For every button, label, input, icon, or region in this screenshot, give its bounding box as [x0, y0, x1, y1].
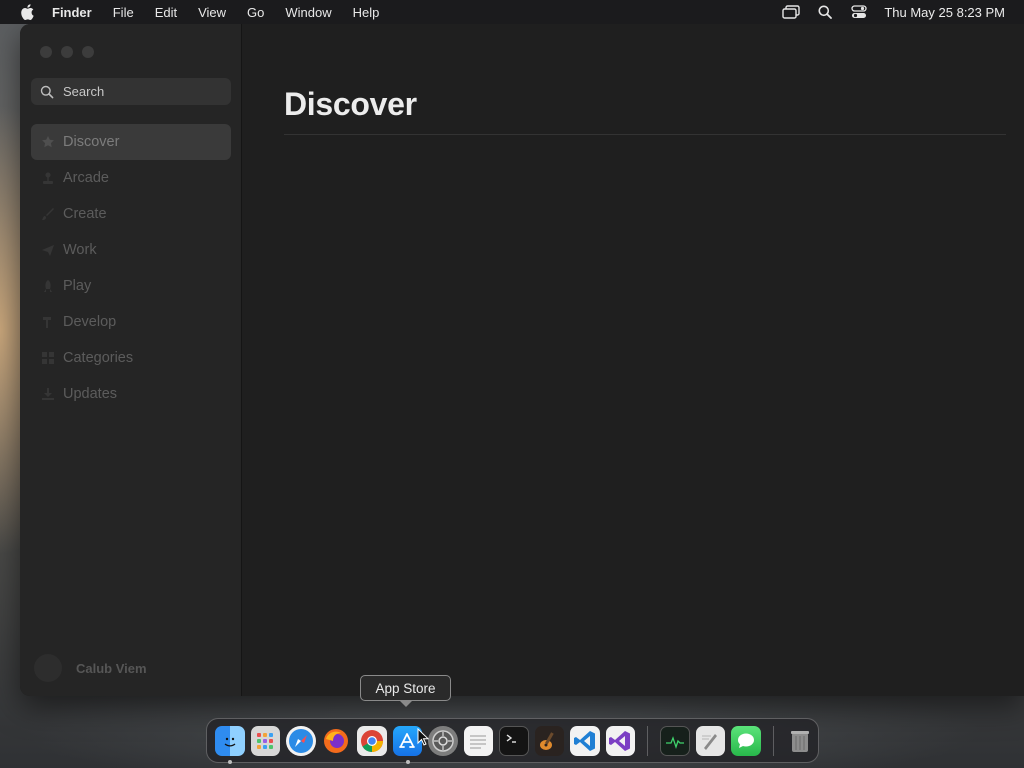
- menu-app-name[interactable]: Finder: [52, 5, 92, 20]
- close-button[interactable]: [40, 46, 52, 58]
- account-button[interactable]: Calub Viem: [34, 654, 147, 682]
- menu-bar: Finder File Edit View Go Window Help Thu…: [0, 0, 1024, 24]
- window-controls: [40, 46, 103, 58]
- sidebar-item-label: Create: [63, 206, 107, 222]
- title-divider: [284, 134, 1006, 135]
- script-editor-icon[interactable]: [695, 725, 726, 756]
- menu-file[interactable]: File: [113, 5, 134, 20]
- vscode-icon[interactable]: [570, 725, 600, 756]
- sidebar-item-label: Arcade: [63, 170, 109, 186]
- sidebar-item-arcade[interactable]: Arcade: [31, 160, 231, 196]
- control-center-icon[interactable]: [850, 4, 868, 20]
- joystick-icon: [41, 171, 55, 185]
- apple-icon[interactable]: [20, 4, 34, 20]
- menu-window[interactable]: Window: [285, 5, 331, 20]
- paperplane-icon: [41, 243, 55, 257]
- sidebar-item-label: Develop: [63, 314, 117, 330]
- running-indicator: [228, 759, 232, 764]
- app-store-window: Discover Arcade Create Work Play Develop: [20, 24, 1024, 696]
- brush-icon: [41, 207, 55, 221]
- chrome-icon[interactable]: [357, 725, 387, 756]
- trash-icon[interactable]: [786, 726, 816, 756]
- grid-icon: [41, 351, 55, 365]
- sidebar-item-label: Work: [63, 242, 97, 258]
- page-title: Discover: [284, 86, 417, 122]
- download-icon: [41, 387, 55, 401]
- menu-view[interactable]: View: [198, 5, 226, 20]
- visual-studio-icon[interactable]: [605, 725, 636, 756]
- finder-icon[interactable]: [215, 725, 245, 764]
- sidebar-item-create[interactable]: Create: [31, 196, 231, 232]
- sidebar-item-categories[interactable]: Categories: [31, 340, 231, 376]
- spotlight-search-icon[interactable]: [816, 4, 834, 20]
- search-input[interactable]: [63, 84, 223, 99]
- menu-edit[interactable]: Edit: [155, 5, 177, 20]
- rocket-icon: [41, 279, 55, 293]
- system-settings-icon[interactable]: [428, 725, 458, 756]
- safari-icon[interactable]: [286, 725, 316, 756]
- menu-help[interactable]: Help: [353, 5, 380, 20]
- mouse-cursor-icon: [417, 727, 430, 746]
- sidebar-item-updates[interactable]: Updates: [31, 376, 231, 412]
- textedit-icon[interactable]: [463, 725, 493, 756]
- zoom-button[interactable]: [82, 46, 94, 58]
- sidebar-nav: Discover Arcade Create Work Play Develop: [31, 124, 231, 412]
- running-indicator: [405, 759, 410, 764]
- sidebar: Discover Arcade Create Work Play Develop: [20, 24, 242, 696]
- menu-go[interactable]: Go: [247, 5, 264, 20]
- sidebar-item-label: Updates: [63, 386, 118, 402]
- menu-bar-clock[interactable]: Thu May 25 8:23 PM: [884, 5, 1005, 20]
- dock: [206, 718, 819, 764]
- main-content: Discover: [243, 24, 1024, 696]
- sidebar-item-work[interactable]: Work: [31, 232, 231, 268]
- launchpad-icon[interactable]: [250, 725, 280, 756]
- sidebar-item-play[interactable]: Play: [31, 268, 231, 304]
- tooltip-label: App Store: [375, 680, 436, 696]
- star-icon: [41, 135, 55, 149]
- screen-mirroring-icon[interactable]: [782, 4, 801, 20]
- dock-separator: [772, 725, 774, 756]
- avatar: [34, 654, 62, 682]
- firefox-icon[interactable]: [322, 726, 352, 756]
- sidebar-item-develop[interactable]: Develop: [31, 304, 231, 340]
- account-name: Calub Viem: [76, 660, 147, 676]
- dock-separator: [647, 725, 649, 756]
- search-icon: [40, 85, 54, 99]
- dock-tooltip: App Store: [360, 675, 451, 707]
- terminal-icon[interactable]: [499, 725, 529, 756]
- sidebar-item-label: Discover: [63, 134, 120, 150]
- minimize-button[interactable]: [61, 46, 73, 58]
- sidebar-item-label: Categories: [63, 350, 134, 366]
- hammer-icon: [41, 315, 55, 329]
- activity-monitor-icon[interactable]: [660, 725, 690, 756]
- sidebar-item-label: Play: [63, 278, 92, 294]
- garageband-icon[interactable]: [534, 725, 565, 756]
- search-field[interactable]: [31, 78, 231, 105]
- sidebar-item-discover[interactable]: Discover: [31, 124, 231, 160]
- messages-icon[interactable]: [731, 725, 761, 756]
